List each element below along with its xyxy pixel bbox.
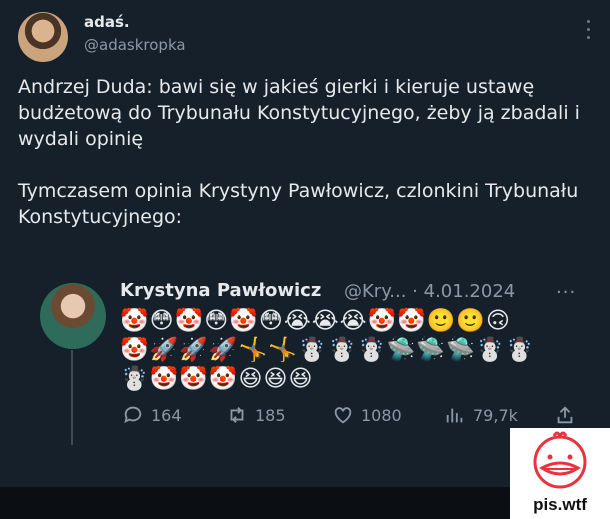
watermark-text: pis.wtf	[533, 495, 587, 514]
more-options-icon[interactable]	[585, 20, 591, 44]
author-handle[interactable]: @adaskropka	[84, 36, 186, 54]
reply-count: 164	[151, 405, 182, 425]
views-button[interactable]: 79,7k	[444, 404, 518, 426]
views-icon	[446, 408, 463, 423]
quoted-more-icon[interactable]: ···	[556, 282, 576, 303]
quoted-author-name[interactable]: Krystyna Pawłowicz	[120, 280, 321, 301]
retweet-count: 185	[255, 405, 286, 425]
reply-button[interactable]: 164	[122, 404, 182, 426]
emoji-line: ☃️🤡🤡🤡😆😆😆	[120, 366, 314, 392]
share-icon	[557, 406, 573, 424]
like-count: 1080	[361, 405, 402, 425]
duck-logo-icon	[533, 431, 587, 489]
retweet-button[interactable]: 185	[226, 404, 286, 426]
author-avatar[interactable]	[18, 12, 68, 62]
tweet: adaś. @adaskropka Andrzej Duda: bawi się…	[0, 0, 610, 487]
tweet-text: Andrzej Duda: bawi się w jakieś gierki i…	[18, 76, 580, 228]
emoji-line: 🤡🚀🚀🚀🤸🤸☃️☃️☃️🛸🛸🛸☃️☃️	[120, 337, 535, 363]
retweet-icon	[230, 407, 244, 423]
emoji-line: 🤡😳🤡😳🤡😳😭😭😭🤡🤡🙂🙂🙃	[120, 308, 511, 334]
quoted-author-avatar[interactable]	[40, 283, 106, 349]
reply-icon	[124, 406, 142, 424]
watermark-logo: pis.wtf	[510, 428, 610, 519]
views-count: 79,7k	[473, 405, 518, 425]
thread-line	[71, 350, 73, 445]
author-name[interactable]: adaś.	[84, 13, 130, 31]
heart-icon	[334, 407, 352, 424]
share-button[interactable]	[554, 404, 576, 426]
quoted-handle-date[interactable]: @Kry... · 4.01.2024	[344, 281, 515, 302]
like-button[interactable]: 1080	[332, 404, 402, 426]
